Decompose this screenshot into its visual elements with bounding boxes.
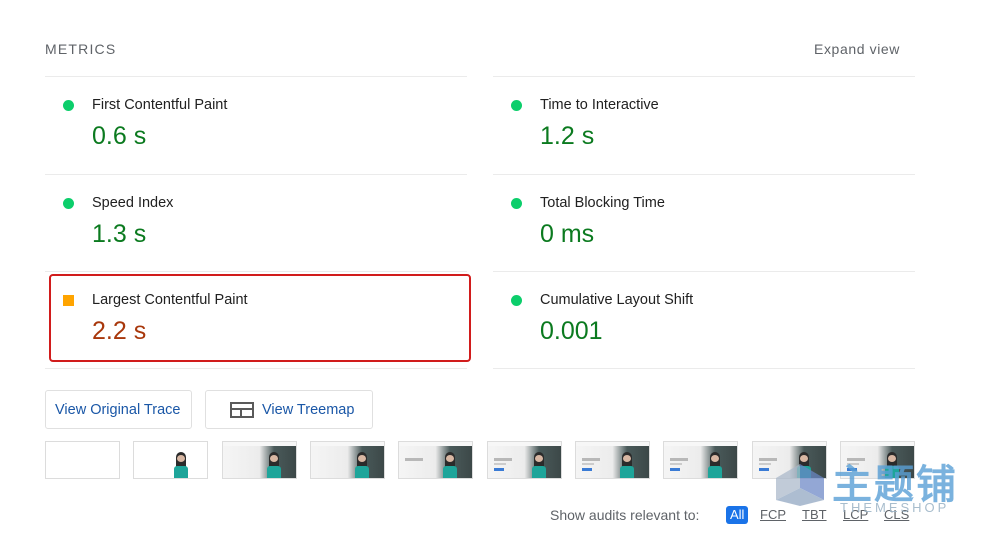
filmstrip-frame [487, 441, 562, 479]
metric-value: 1.3 s [92, 220, 147, 248]
metric-value: 0 ms [540, 220, 595, 248]
metrics-header: METRICS Expand view [45, 40, 900, 60]
filmstrip-frame [133, 441, 208, 479]
view-treemap-label: View Treemap [262, 401, 355, 418]
green-circle-icon [511, 295, 522, 306]
metric-first-contentful-paint: First Contentful Paint 0.6 s [45, 76, 467, 174]
audits-filter-label: Show audits relevant to: [550, 507, 700, 523]
metric-label: Cumulative Layout Shift [540, 292, 694, 308]
highlight-box [49, 274, 471, 362]
metric-label: First Contentful Paint [92, 97, 228, 113]
green-circle-icon [511, 198, 522, 209]
metric-label: Time to Interactive [540, 97, 659, 113]
metric-cumulative-layout-shift: Cumulative Layout Shift 0.001 [493, 271, 915, 369]
metric-value: 0.001 [540, 317, 603, 345]
metric-label: Speed Index [92, 195, 174, 211]
filmstrip-frame [575, 441, 650, 479]
filmstrip-frame [752, 441, 827, 479]
treemap-icon [230, 401, 254, 418]
filter-chip-lcp[interactable]: LCP [843, 506, 868, 524]
filter-chip-tbt[interactable]: TBT [802, 506, 827, 524]
metric-value: 1.2 s [540, 122, 595, 150]
metrics-title: METRICS [45, 41, 117, 57]
filmstrip [45, 441, 915, 479]
metric-total-blocking-time: Total Blocking Time 0 ms [493, 174, 915, 272]
green-circle-icon [63, 198, 74, 209]
view-original-trace-label: View Original Trace [55, 401, 181, 418]
filter-chip-cls[interactable]: CLS [884, 506, 909, 524]
filmstrip-frame [663, 441, 738, 479]
metric-label: Total Blocking Time [540, 195, 665, 211]
filmstrip-frame [840, 441, 915, 479]
expand-view-button[interactable]: Expand view [814, 41, 900, 57]
filter-chip-fcp[interactable]: FCP [760, 506, 786, 524]
metric-value: 0.6 s [92, 122, 147, 150]
green-circle-icon [511, 100, 522, 111]
green-circle-icon [63, 100, 74, 111]
view-original-trace-button[interactable]: View Original Trace [45, 390, 192, 429]
metric-speed-index: Speed Index 1.3 s [45, 174, 467, 272]
audits-filter-row: Show audits relevant to: All FCP TBT LCP… [550, 505, 910, 525]
filter-chip-all[interactable]: All [726, 506, 749, 524]
filmstrip-frame [45, 441, 120, 479]
filmstrip-frame [310, 441, 385, 479]
metric-time-to-interactive: Time to Interactive 1.2 s [493, 76, 915, 174]
filmstrip-frame [222, 441, 297, 479]
view-treemap-button[interactable]: View Treemap [205, 390, 373, 429]
filmstrip-frame [398, 441, 473, 479]
